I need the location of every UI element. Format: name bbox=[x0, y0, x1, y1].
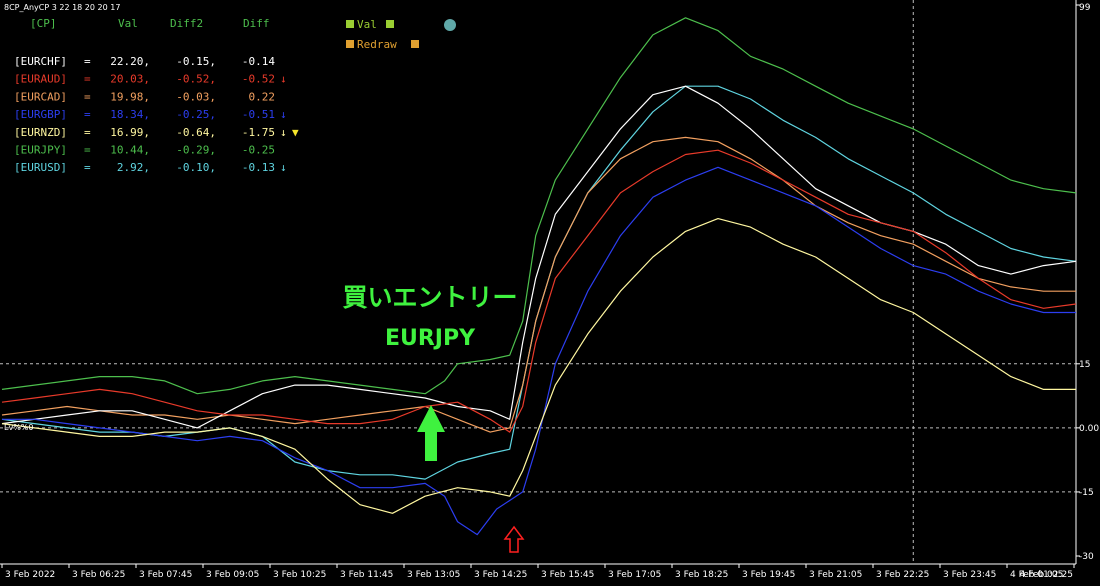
row-warning-marker-icon: ▼ bbox=[292, 126, 299, 139]
x-tick-label: 3 Feb 15:45 bbox=[541, 570, 594, 580]
row-eq: = bbox=[84, 73, 91, 86]
row-diff: 0.22 bbox=[249, 90, 276, 103]
row-eq: = bbox=[84, 108, 91, 121]
row-diff2: -0.15, bbox=[176, 55, 216, 68]
x-tick-label: 3 Feb 19:45 bbox=[742, 570, 795, 580]
row-down-arrow-icon: ↓ bbox=[280, 126, 287, 139]
x-tick-label: 3 Feb 13:05 bbox=[407, 570, 460, 580]
row-eq: = bbox=[84, 90, 91, 103]
row-down-arrow-icon: ↓ bbox=[280, 161, 287, 174]
x-tick-label: 3 Feb 09:05 bbox=[206, 570, 259, 580]
row-diff2: -0.10, bbox=[176, 161, 216, 174]
x-tick-label: 4 Feb 02:25 bbox=[1020, 570, 1073, 580]
row-pair: [EURUSD] bbox=[14, 161, 67, 174]
row-val: 10.44, bbox=[110, 144, 150, 157]
legend-swatch-redraw-right bbox=[411, 40, 419, 48]
legend-label-redraw: Redraw bbox=[357, 38, 397, 51]
x-tick-label: 3 Feb 10:25 bbox=[273, 570, 326, 580]
row-diff2: -0.25, bbox=[176, 108, 216, 121]
x-tick-label: 3 Feb 2022 bbox=[5, 570, 55, 580]
annotation-pair: EURJPY bbox=[385, 326, 476, 351]
status-dot-icon bbox=[444, 19, 456, 31]
plot-background bbox=[0, 0, 1100, 586]
row-diff: -0.51 bbox=[242, 108, 275, 121]
legend-swatch-val-left bbox=[346, 20, 354, 28]
header-cp: [CP] bbox=[30, 17, 57, 30]
row-val: 16.99, bbox=[110, 126, 150, 139]
row-eq: = bbox=[84, 55, 91, 68]
x-tick-label: 3 Feb 14:25 bbox=[474, 570, 527, 580]
row-eq: = bbox=[84, 161, 91, 174]
y-tick-label: 0.00 bbox=[1079, 424, 1099, 434]
price-level-label: Lv%%0 bbox=[4, 423, 33, 432]
header-diff: Diff bbox=[243, 17, 270, 30]
row-down-arrow-icon: ↓ bbox=[280, 73, 287, 86]
row-pair: [EURAUD] bbox=[14, 73, 67, 86]
row-val: 2.92, bbox=[117, 161, 150, 174]
row-pair: [EURGBP] bbox=[14, 108, 67, 121]
row-val: 19.98, bbox=[110, 90, 150, 103]
header-val: Val bbox=[118, 17, 138, 30]
x-tick-label: 3 Feb 06:25 bbox=[72, 570, 125, 580]
row-diff2: -0.29, bbox=[176, 144, 216, 157]
row-down-arrow-icon: ↓ bbox=[280, 108, 287, 121]
row-pair: [EURCHF] bbox=[14, 55, 67, 68]
y-tick-label: 15 bbox=[1079, 360, 1090, 370]
row-eq: = bbox=[84, 144, 91, 157]
row-diff2: -0.64, bbox=[176, 126, 216, 139]
row-diff: -0.25 bbox=[242, 144, 275, 157]
row-val: 18.34, bbox=[110, 108, 150, 121]
x-tick-label: 3 Feb 11:45 bbox=[340, 570, 393, 580]
row-diff: -0.52 bbox=[242, 73, 275, 86]
y-tick-label: 99 bbox=[1079, 3, 1091, 13]
legend-swatch-val-right bbox=[386, 20, 394, 28]
indicator-title: 8CP_AnyCP 3 22 18 20 20 17 bbox=[4, 3, 120, 12]
row-diff2: -0.52, bbox=[176, 73, 216, 86]
annotation-buy-entry: 買いエントリー bbox=[342, 283, 517, 312]
row-val: 22.20, bbox=[110, 55, 150, 68]
row-diff2: -0.03, bbox=[176, 90, 216, 103]
row-pair: [EURJPY] bbox=[14, 144, 67, 157]
row-eq: = bbox=[84, 126, 91, 139]
row-val: 20.03, bbox=[110, 73, 150, 86]
x-tick-label: 3 Feb 17:05 bbox=[608, 570, 661, 580]
legend-swatch-redraw-left bbox=[346, 40, 354, 48]
row-diff: -0.14 bbox=[242, 55, 275, 68]
x-tick-label: 3 Feb 18:25 bbox=[675, 570, 728, 580]
row-diff: -0.13 bbox=[242, 161, 275, 174]
chart: 99 15 0.00 -15 -30 3 Feb 2022 3 Feb 06:25 3 Fe… bbox=[0, 0, 1100, 586]
x-tick-label: 3 Feb 23:45 bbox=[943, 570, 996, 580]
y-tick-label: -15 bbox=[1079, 488, 1094, 498]
x-tick-label: 3 Feb 22:25 bbox=[876, 570, 929, 580]
header-diff2: Diff2 bbox=[170, 17, 203, 30]
y-tick-label: -30 bbox=[1079, 552, 1094, 562]
x-tick-label: 3 Feb 21:05 bbox=[809, 570, 862, 580]
row-pair: [EURNZD] bbox=[14, 126, 67, 139]
x-tick-label: 3 Feb 07:45 bbox=[139, 570, 192, 580]
row-pair: [EURCAD] bbox=[14, 90, 67, 103]
row-diff: -1.75 bbox=[242, 126, 275, 139]
legend-label-val: Val bbox=[357, 18, 377, 31]
